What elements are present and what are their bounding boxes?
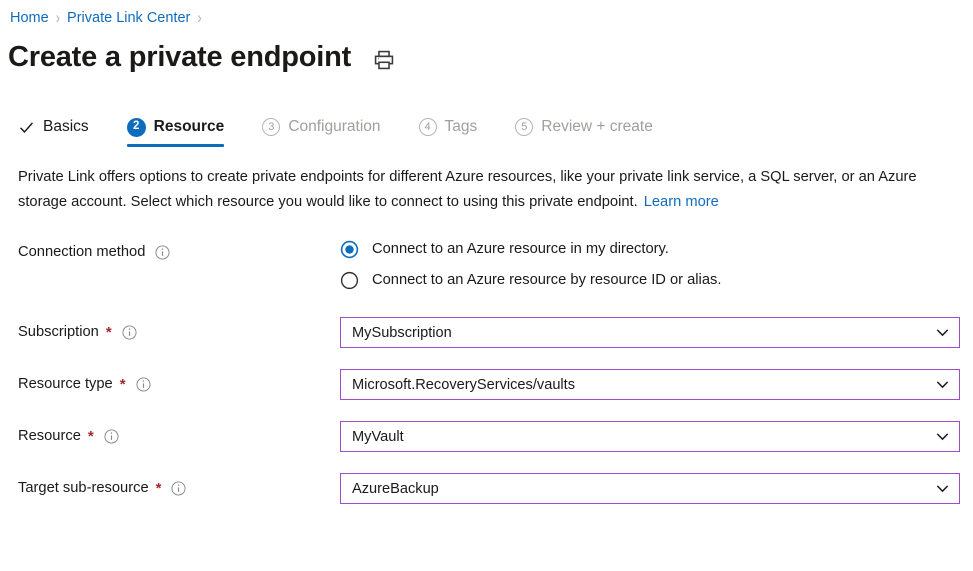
tab-number-badge: 3 <box>262 118 280 136</box>
resource-form: Connection method Connect to an Azure re… <box>0 237 973 504</box>
radio-selected-icon <box>340 240 359 259</box>
dropdown-value: MyVault <box>352 427 404 447</box>
required-indicator: * <box>156 481 162 496</box>
required-indicator: * <box>120 377 126 392</box>
radio-option-directory[interactable]: Connect to an Azure resource in my direc… <box>340 238 721 260</box>
dropdown-value: AzureBackup <box>352 479 439 499</box>
dropdown-value: Microsoft.RecoveryServices/vaults <box>352 375 575 395</box>
required-indicator: * <box>88 429 94 444</box>
radio-label: Connect to an Azure resource by resource… <box>372 269 721 291</box>
tab-configuration[interactable]: 3 Configuration <box>244 116 400 147</box>
label-text: Resource type <box>18 373 113 395</box>
spacer <box>18 452 973 473</box>
tab-number-badge: 2 <box>127 118 146 137</box>
dropdown-value: MySubscription <box>352 323 452 343</box>
field-label: Resource type * <box>18 369 340 395</box>
field-subscription: Subscription * MySubscription <box>18 317 973 348</box>
tab-label: Review + create <box>541 116 653 138</box>
tab-resource[interactable]: 2 Resource <box>109 116 245 147</box>
page-title: Create a private endpoint <box>8 38 351 76</box>
tab-label: Basics <box>43 116 89 138</box>
tab-basics[interactable]: Basics <box>18 116 109 147</box>
radio-label: Connect to an Azure resource in my direc… <box>372 238 669 260</box>
resource-dropdown[interactable]: MyVault <box>340 421 960 452</box>
field-connection-method: Connection method Connect to an Azure re… <box>18 237 973 291</box>
description-text: Private Link offers options to create pr… <box>18 169 917 210</box>
tab-label: Configuration <box>288 116 380 138</box>
chevron-down-icon <box>935 429 950 444</box>
wizard-tabs: Basics 2 Resource 3 Configuration 4 Tags… <box>0 116 973 147</box>
info-icon[interactable] <box>104 429 119 444</box>
chevron-down-icon <box>935 325 950 340</box>
breadcrumb-separator-icon: › <box>197 6 201 31</box>
tab-label: Tags <box>445 116 478 138</box>
breadcrumb-separator-icon: › <box>56 6 60 31</box>
field-resource: Resource * MyVault <box>18 421 973 452</box>
info-icon[interactable] <box>122 325 137 340</box>
field-label: Resource * <box>18 421 340 447</box>
connection-method-radio-group: Connect to an Azure resource in my direc… <box>340 237 721 291</box>
page-description: Private Link offers options to create pr… <box>0 147 948 215</box>
spacer <box>18 291 973 317</box>
tab-number-badge: 4 <box>419 118 437 136</box>
tab-label: Resource <box>154 116 225 138</box>
label-text: Resource <box>18 425 81 447</box>
print-icon[interactable] <box>373 49 395 71</box>
tab-review-create[interactable]: 5 Review + create <box>497 116 673 147</box>
label-text: Subscription <box>18 321 99 343</box>
label-text: Connection method <box>18 241 145 263</box>
subscription-dropdown[interactable]: MySubscription <box>340 317 960 348</box>
spacer <box>18 348 973 369</box>
info-icon[interactable] <box>136 377 151 392</box>
chevron-down-icon <box>935 481 950 496</box>
chevron-down-icon <box>935 377 950 392</box>
breadcrumb-item-home[interactable]: Home <box>10 8 49 28</box>
field-target-sub-resource: Target sub-resource * AzureBackup <box>18 473 973 504</box>
tab-tags[interactable]: 4 Tags <box>401 116 498 147</box>
radio-unselected-icon <box>340 271 359 290</box>
target-sub-resource-dropdown[interactable]: AzureBackup <box>340 473 960 504</box>
resource-type-dropdown[interactable]: Microsoft.RecoveryServices/vaults <box>340 369 960 400</box>
info-icon[interactable] <box>155 245 170 260</box>
label-text: Target sub-resource <box>18 477 149 499</box>
learn-more-link[interactable]: Learn more <box>644 194 719 210</box>
field-label: Target sub-resource * <box>18 473 340 499</box>
radio-option-resource-id[interactable]: Connect to an Azure resource by resource… <box>340 269 721 291</box>
info-icon[interactable] <box>171 481 186 496</box>
tab-active-underline <box>127 144 225 147</box>
title-row: Create a private endpoint <box>0 28 973 76</box>
breadcrumb: Home › Private Link Center › <box>0 0 973 28</box>
spacer <box>18 400 973 421</box>
required-indicator: * <box>106 325 112 340</box>
field-resource-type: Resource type * Microsoft.RecoveryServic… <box>18 369 973 400</box>
field-label: Subscription * <box>18 317 340 343</box>
field-label: Connection method <box>18 237 340 263</box>
breadcrumb-item-private-link-center[interactable]: Private Link Center <box>67 8 190 28</box>
tab-number-badge: 5 <box>515 118 533 136</box>
check-icon <box>18 119 35 136</box>
